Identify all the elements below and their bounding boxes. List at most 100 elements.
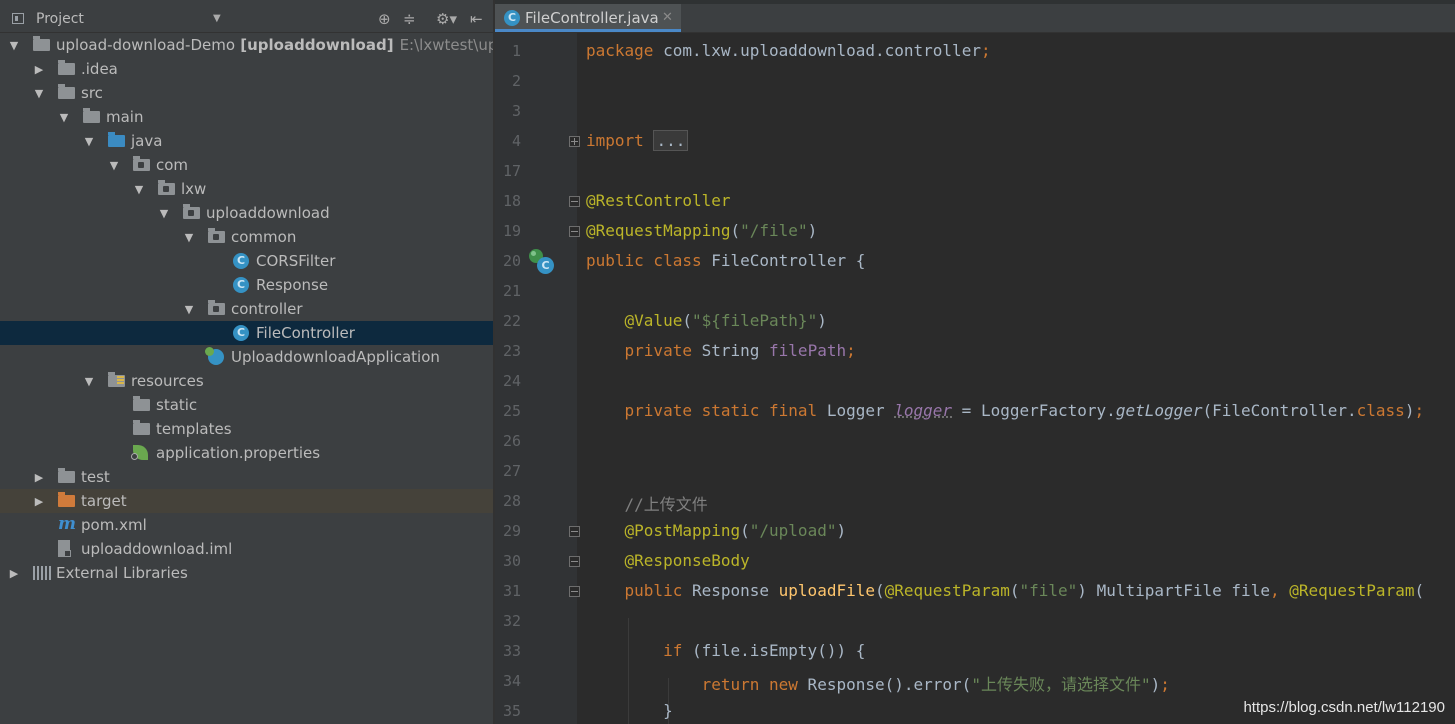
tree-item[interactable]: ▼ resources xyxy=(0,369,493,393)
tree-item[interactable]: ▼ java xyxy=(0,129,493,153)
fold-expand-icon[interactable] xyxy=(569,136,580,147)
tree-item[interactable]: templates xyxy=(0,417,493,441)
tree-item-label: uploaddownload.iml xyxy=(81,540,233,558)
expanded-arrow-icon[interactable]: ▼ xyxy=(158,207,170,220)
tree-item-label: uploaddownload xyxy=(206,204,330,222)
line-number: 29 xyxy=(502,522,521,540)
tree-item[interactable]: C FileController xyxy=(0,321,493,345)
tree-item-label: com xyxy=(156,156,189,174)
expanded-arrow-icon[interactable]: ▼ xyxy=(183,303,195,316)
code-line[interactable]: return new Response().error("上传失败，请选择文件"… xyxy=(586,671,1170,695)
tree-item[interactable]: C Response xyxy=(0,273,493,297)
project-view-selector[interactable]: Project xyxy=(36,11,84,27)
folder-icon xyxy=(133,396,150,411)
expanded-arrow-icon[interactable]: ▼ xyxy=(183,231,195,244)
tree-item[interactable]: ▶ External Libraries xyxy=(0,561,493,585)
tree-item[interactable]: ▼ main xyxy=(0,105,493,129)
tree-item[interactable]: UploaddownloadApplication xyxy=(0,345,493,369)
class-icon: C xyxy=(504,10,520,26)
expanded-arrow-icon[interactable]: ▼ xyxy=(58,111,70,124)
tree-item-label: templates xyxy=(156,420,232,438)
project-panel-header: Project ▼ ⊕ ≑ ⚙▾ ⇤ xyxy=(0,4,493,33)
line-number: 18 xyxy=(502,192,521,210)
tree-item[interactable]: ▶ test xyxy=(0,465,493,489)
tree-item[interactable]: static xyxy=(0,393,493,417)
gear-icon[interactable]: ⚙▾ xyxy=(436,10,457,28)
watermark: https://blog.csdn.net/lw112190 xyxy=(1243,699,1445,716)
tree-item[interactable]: application.properties xyxy=(0,441,493,465)
editor-gutter: 1 2 3 4 17 18 19 20 21 22 23 24 25 26 27 28 29 30 31 32 33 34… xyxy=(495,33,577,724)
fold-collapse-icon[interactable] xyxy=(569,526,580,537)
tree-item-label: common xyxy=(231,228,297,246)
tree-item[interactable]: ▼ uploaddownload xyxy=(0,201,493,225)
tree-item[interactable]: m pom.xml xyxy=(0,513,493,537)
expanded-arrow-icon[interactable]: ▼ xyxy=(8,39,20,52)
line-number: 17 xyxy=(502,162,521,180)
tree-item[interactable]: ▼ upload-download-Demo [uploaddownload] E:… xyxy=(0,33,493,57)
code-line[interactable]: package com.lxw.uploaddownload.controlle… xyxy=(586,41,991,60)
collapsed-arrow-icon[interactable]: ▶ xyxy=(33,471,45,484)
tree-item[interactable]: ▼ src xyxy=(0,81,493,105)
module-name: [uploaddownload] xyxy=(235,36,394,54)
project-view-icon xyxy=(12,13,24,24)
code-line[interactable]: @Value("${filePath}") xyxy=(586,311,827,330)
fold-collapse-icon[interactable] xyxy=(569,196,580,207)
tree-item[interactable]: C CORSFilter xyxy=(0,249,493,273)
close-icon[interactable]: ✕ xyxy=(662,10,673,25)
tree-item[interactable]: ▶ .idea xyxy=(0,57,493,81)
tree-item[interactable]: ▼ com xyxy=(0,153,493,177)
expanded-arrow-icon[interactable]: ▼ xyxy=(83,135,95,148)
spring-boot-app-icon xyxy=(205,347,224,365)
tree-item[interactable]: ▶ target xyxy=(0,489,493,513)
code-line[interactable]: public class FileController { xyxy=(586,251,865,270)
code-line[interactable]: if (file.isEmpty()) { xyxy=(586,641,865,660)
collapsed-arrow-icon[interactable]: ▶ xyxy=(8,567,20,580)
expanded-arrow-icon[interactable]: ▼ xyxy=(133,183,145,196)
line-number: 27 xyxy=(502,462,521,480)
collapsed-arrow-icon[interactable]: ▶ xyxy=(33,495,45,508)
spring-bean-icon[interactable]: C xyxy=(529,249,557,277)
code-line[interactable]: import ... xyxy=(586,130,689,151)
tree-item-label: Response xyxy=(256,276,329,294)
expanded-arrow-icon[interactable]: ▼ xyxy=(108,159,120,172)
tree-item[interactable]: ▼ common xyxy=(0,225,493,249)
fold-collapse-icon[interactable] xyxy=(569,226,580,237)
source-folder-icon xyxy=(108,132,125,147)
code-line[interactable]: @RestController xyxy=(586,191,731,210)
excluded-folder-icon xyxy=(58,492,75,507)
line-number: 32 xyxy=(502,612,521,630)
line-number: 33 xyxy=(502,642,521,660)
collapse-all-icon[interactable]: ≑ xyxy=(403,10,416,28)
code-line[interactable]: @PostMapping("/upload") xyxy=(586,521,847,540)
code-line[interactable]: public Response uploadFile(@RequestParam… xyxy=(586,581,1425,600)
line-number: 25 xyxy=(502,402,521,420)
tree-item[interactable]: uploaddownload.iml xyxy=(0,537,493,561)
fold-collapse-icon[interactable] xyxy=(569,586,580,597)
tree-item-label: External Libraries xyxy=(56,564,188,582)
tree-item-label: java xyxy=(131,132,163,150)
code-line[interactable]: } xyxy=(586,701,673,720)
line-number: 3 xyxy=(511,102,521,120)
hide-panel-icon[interactable]: ⇤ xyxy=(470,10,483,28)
folder-icon xyxy=(133,420,150,435)
collapsed-arrow-icon[interactable]: ▶ xyxy=(33,63,45,76)
code-line[interactable]: //上传文件 xyxy=(586,491,708,515)
tree-item[interactable]: ▼ lxw xyxy=(0,177,493,201)
code-line[interactable]: @RequestMapping("/file") xyxy=(586,221,817,240)
code-editor[interactable]: 1 2 3 4 17 18 19 20 21 22 23 24 25 26 27 28 29 30 31 32 33 34… xyxy=(495,33,1455,724)
line-number: 23 xyxy=(502,342,521,360)
fold-collapse-icon[interactable] xyxy=(569,556,580,567)
code-line[interactable]: @ResponseBody xyxy=(586,551,750,570)
tab-filecontroller[interactable]: C FileController.java ✕ xyxy=(495,4,681,32)
expanded-arrow-icon[interactable]: ▼ xyxy=(33,87,45,100)
code-line[interactable]: private String filePath; xyxy=(586,341,856,360)
expanded-arrow-icon[interactable]: ▼ xyxy=(83,375,95,388)
line-number: 21 xyxy=(502,282,521,300)
tree-item[interactable]: ▼ controller xyxy=(0,297,493,321)
line-number: 34 xyxy=(502,672,521,690)
code-line[interactable]: private static final Logger logger = Log… xyxy=(586,401,1425,420)
scroll-from-source-icon[interactable]: ⊕ xyxy=(378,10,391,28)
line-number: 1 xyxy=(511,42,521,60)
chevron-down-icon[interactable]: ▼ xyxy=(213,13,221,24)
folder-icon xyxy=(83,108,100,123)
